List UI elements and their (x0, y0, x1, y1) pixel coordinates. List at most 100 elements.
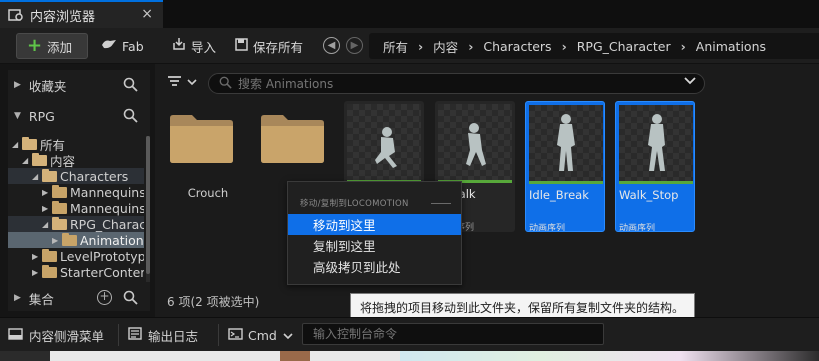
collections-section[interactable]: ▶ 集合 + (8, 285, 150, 311)
search-icon[interactable] (123, 290, 138, 305)
folder-tile[interactable]: Crouch (155, 101, 235, 232)
folder-open-icon (22, 136, 37, 150)
breadcrumb-item[interactable]: Animations (696, 39, 766, 54)
tree-item[interactable]: ▶ Mannequins (8, 200, 144, 216)
desktop-region (0, 351, 50, 361)
add-button-label: 添加 (47, 39, 73, 55)
asset-thumbnail (619, 105, 693, 181)
save-icon (235, 37, 248, 55)
tab-content-browser[interactable]: 内容浏览器 × (0, 0, 163, 28)
expand-arrow-icon[interactable]: ▶ (42, 188, 52, 197)
tree-item[interactable]: ◢ RPG_Character (8, 216, 144, 232)
tree-item-selected[interactable]: ▶ Animations (8, 232, 144, 248)
collapse-arrow-icon[interactable]: ▼ (14, 111, 21, 121)
asset-tile-selected[interactable]: Idle_Break 动画序列 (525, 101, 605, 232)
menu-item-advanced-copy[interactable]: 高级拷贝到此处 (288, 256, 461, 277)
tree-scrollbar[interactable] (146, 136, 150, 282)
divider (218, 324, 219, 346)
rpg-section[interactable]: ▼ RPG (8, 103, 150, 129)
menu-item-copy-here[interactable]: 复制到这里 (288, 235, 461, 256)
chevron-right-icon[interactable]: › (681, 39, 686, 54)
cmd-label: Cmd (248, 327, 277, 343)
item-count-status: 6 项(2 项被选中) (167, 295, 260, 309)
tree-item[interactable]: ◢ 内容 (8, 152, 144, 169)
tab-bar: 内容浏览器 × (0, 0, 819, 28)
asset-tile-selected[interactable]: Walk_Stop 动画序列 (615, 101, 695, 232)
asset-type: 动画序列 (619, 224, 656, 232)
desktop-strip (0, 351, 819, 361)
chevron-right-icon[interactable]: › (418, 39, 423, 54)
character-crouch-icon (375, 127, 397, 168)
forward-arrow-icon[interactable]: ▶ (346, 37, 363, 54)
save-all-button[interactable]: 保存所有 (235, 33, 303, 59)
menu-item-move-here[interactable]: 移动到这里 (288, 214, 461, 235)
expand-arrow-icon[interactable]: ◢ (32, 172, 42, 181)
filter-button[interactable] (167, 75, 199, 93)
divider (118, 324, 119, 346)
folder-icon (170, 115, 233, 163)
chevron-down-icon[interactable] (684, 75, 696, 89)
add-collection-icon[interactable]: + (97, 290, 112, 305)
console-input[interactable] (303, 324, 593, 344)
folder-icon (52, 200, 67, 214)
import-icon (172, 37, 186, 55)
fab-button[interactable]: Fab (101, 33, 144, 59)
breadcrumb-item[interactable]: Characters (483, 39, 551, 54)
expand-arrow-icon[interactable]: ▶ (52, 236, 62, 245)
back-arrow-icon[interactable]: ◀ (323, 37, 340, 54)
console-command-box[interactable] (302, 323, 604, 345)
search-input[interactable] (238, 76, 678, 91)
asset-name: Idle_Break (529, 188, 589, 202)
expand-arrow-icon[interactable]: ▶ (32, 252, 42, 261)
context-menu-header: 移动/复制到LOCOMOTION (300, 199, 409, 209)
expand-arrow-icon[interactable]: ▶ (32, 268, 42, 277)
anim-sequence-bar (529, 181, 603, 184)
output-log-button[interactable]: 输出日志 (128, 326, 198, 344)
breadcrumb-item[interactable]: 所有 (383, 37, 408, 56)
tree-item[interactable]: ▶ StarterContent (8, 264, 144, 280)
content-drawer-button[interactable]: 内容侧滑菜单 (8, 326, 104, 344)
favorites-section[interactable]: ▶ 收藏夹 (8, 72, 150, 98)
tree-item[interactable]: ▶ Mannequins (8, 184, 144, 200)
breadcrumb-item[interactable]: RPG_Character (577, 39, 671, 54)
tree-item[interactable]: ◢ 所有 (8, 136, 144, 153)
search-icon[interactable] (123, 77, 138, 92)
content-drawer-label: 内容侧滑菜单 (29, 328, 105, 344)
expand-arrow-icon[interactable]: ▶ (42, 204, 52, 213)
content-browser-icon (8, 8, 24, 22)
expand-arrow-icon[interactable]: ◢ (12, 140, 22, 149)
asset-view: Crouch Loc h_Walk 动画序列 Idle_Break 动画序列 (155, 64, 819, 317)
cmd-dropdown[interactable]: Cmd (228, 326, 293, 344)
tree-item-label: Mannequins (70, 200, 144, 216)
plus-icon: + (27, 35, 43, 56)
add-button[interactable]: + 添加 (16, 33, 88, 59)
close-icon[interactable]: × (141, 6, 153, 22)
breadcrumb: 所有 › 内容 › Characters › RPG_Character › A… (369, 33, 819, 59)
expand-arrow-icon[interactable]: ▶ (14, 293, 21, 303)
import-button-label: 导入 (191, 39, 217, 55)
breadcrumb-item[interactable]: 内容 (433, 37, 458, 56)
asset-thumbnail (438, 104, 512, 180)
character-idle-icon (557, 114, 575, 171)
search-bar[interactable] (208, 73, 705, 94)
expand-arrow-icon[interactable]: ◢ (22, 156, 32, 165)
tree-item[interactable]: ◢ Characters (8, 168, 144, 184)
output-log-label: 输出日志 (148, 328, 199, 344)
desktop-region (400, 351, 819, 361)
collections-label: 集合 (28, 291, 54, 307)
asset-thumbnail (347, 104, 421, 180)
search-icon[interactable] (123, 108, 138, 123)
tab-title: 内容浏览器 (30, 9, 96, 25)
folder-icon (261, 115, 324, 163)
scrollbar-thumb[interactable] (146, 136, 150, 274)
folder-open-icon (42, 168, 57, 182)
tree-item-label: RPG_Character (70, 216, 144, 232)
expand-arrow-icon[interactable]: ◢ (42, 220, 52, 229)
tree-item[interactable]: ▶ LevelPrototyping (8, 248, 144, 264)
chevron-right-icon[interactable]: › (468, 39, 473, 54)
expand-arrow-icon[interactable]: ▶ (14, 80, 21, 90)
chevron-right-icon[interactable]: › (562, 39, 567, 54)
rpg-label: RPG (28, 108, 55, 124)
tree-item-label: Characters (60, 168, 129, 184)
import-button[interactable]: 导入 (172, 33, 216, 59)
